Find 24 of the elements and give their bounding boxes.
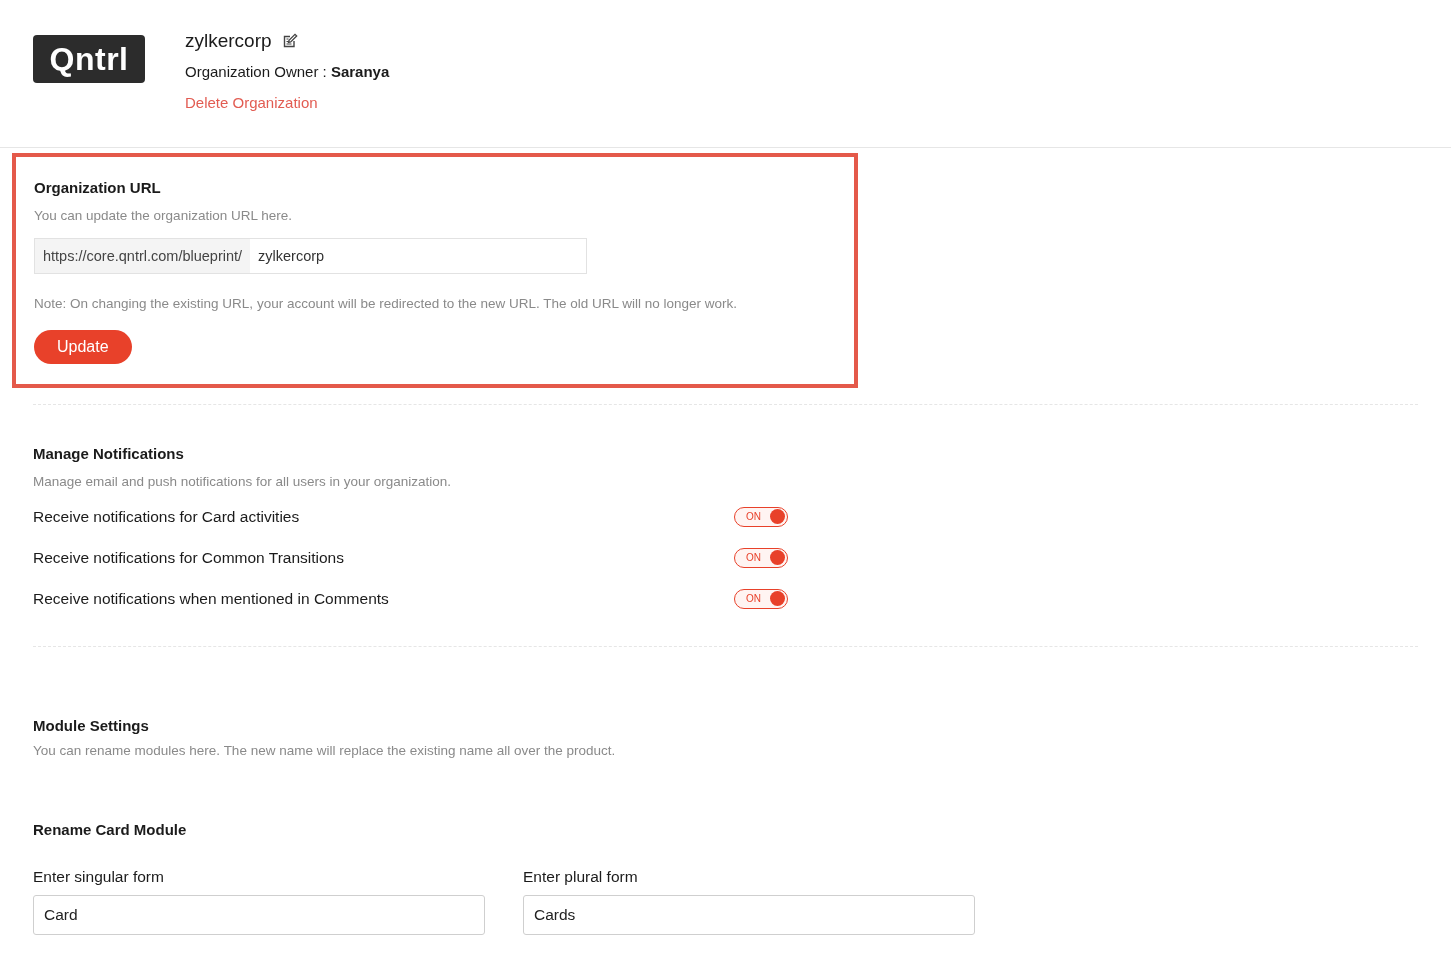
- text-input-field[interactable]: Card: [33, 895, 485, 935]
- update-button[interactable]: Update: [34, 330, 132, 364]
- url-change-note: Note: On changing the existing URL, your account will be redirected to the new URL. The old URL will no longer work.: [34, 296, 739, 311]
- notification-label: Receive notifications for Common Transitions: [33, 548, 344, 567]
- section-description: You can update the organization URL here.: [34, 208, 293, 223]
- section-title: Manage Notifications: [33, 445, 185, 462]
- delete-organization-link[interactable]: Delete Organization: [185, 94, 318, 111]
- subsection-title: Rename Card Module: [33, 821, 188, 838]
- notification-label: Receive notifications when mentioned in Comments: [33, 589, 389, 608]
- section-description: You can rename modules here. The new name will replace the existing name all over the product.: [33, 743, 617, 758]
- section-description: Manage email and push notifications for all users in your organization.: [33, 474, 452, 489]
- text-input-field[interactable]: Cards: [523, 895, 975, 935]
- section-title: Module Settings: [33, 717, 150, 734]
- toggle-switch[interactable]: ON: [734, 547, 788, 568]
- organization-owner: Organization Owner : Saranya: [185, 63, 390, 80]
- logo: Qntrl: [33, 35, 145, 83]
- section-title: Organization URL: [34, 179, 162, 196]
- field-label: Enter plural form: [523, 868, 639, 886]
- notification-label: Receive notifications for Card activities: [33, 507, 300, 526]
- toggle-switch[interactable]: ON: [734, 506, 788, 527]
- field-label: Enter singular form: [33, 868, 165, 886]
- organization-name: zylkercorp: [185, 30, 272, 52]
- edit-icon[interactable]: [281, 33, 298, 49]
- toggle-switch[interactable]: ON: [734, 588, 788, 609]
